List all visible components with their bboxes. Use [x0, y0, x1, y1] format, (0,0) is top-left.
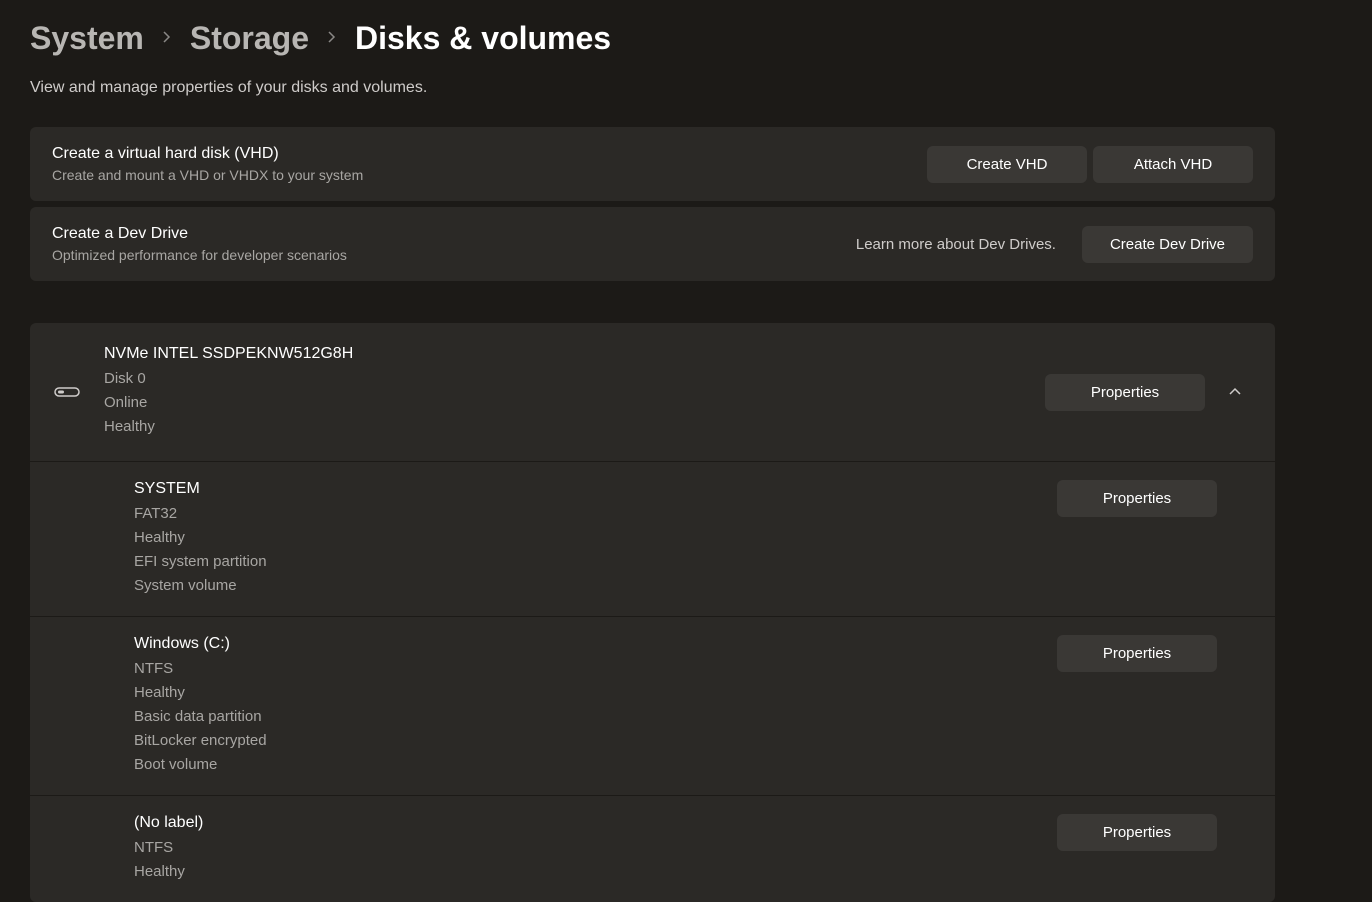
create-vhd-button[interactable]: Create VHD	[927, 146, 1087, 183]
volume-detail: NTFS	[134, 657, 267, 681]
chevron-right-icon	[162, 28, 172, 49]
disk-status: Online	[104, 391, 1045, 415]
volume-detail: Boot volume	[134, 753, 267, 777]
volume-detail: Healthy	[134, 860, 203, 884]
volume-row[interactable]: Windows (C:) NTFS Healthy Basic data par…	[30, 617, 1275, 796]
volume-detail: Healthy	[134, 681, 267, 705]
volume-detail: FAT32	[134, 502, 267, 526]
volume-properties-button[interactable]: Properties	[1057, 635, 1217, 672]
attach-vhd-button[interactable]: Attach VHD	[1093, 146, 1253, 183]
disk-health: Healthy	[104, 415, 1045, 439]
volume-detail: Basic data partition	[134, 705, 267, 729]
vhd-card-desc: Create and mount a VHD or VHDX to your s…	[52, 167, 363, 183]
chevron-up-icon	[1228, 385, 1242, 400]
breadcrumb: System Storage Disks & volumes	[30, 20, 1342, 57]
volume-name: SYSTEM	[134, 480, 267, 498]
volume-row[interactable]: (No label) NTFS Healthy Properties	[30, 796, 1275, 902]
devdrive-card: Create a Dev Drive Optimized performance…	[30, 207, 1275, 281]
disk-properties-button[interactable]: Properties	[1045, 374, 1205, 411]
vhd-card: Create a virtual hard disk (VHD) Create …	[30, 127, 1275, 201]
volume-detail: NTFS	[134, 836, 203, 860]
page-subtitle: View and manage properties of your disks…	[30, 79, 1342, 97]
breadcrumb-storage[interactable]: Storage	[190, 20, 309, 57]
volume-properties-button[interactable]: Properties	[1057, 480, 1217, 517]
volume-detail: EFI system partition	[134, 550, 267, 574]
disk-header[interactable]: NVMe INTEL SSDPEKNW512G8H Disk 0 Online …	[30, 323, 1275, 462]
volume-detail: System volume	[134, 574, 267, 598]
disk-icon	[52, 385, 82, 399]
volume-detail: BitLocker encrypted	[134, 729, 267, 753]
vhd-card-title: Create a virtual hard disk (VHD)	[52, 145, 363, 163]
devdrive-card-title: Create a Dev Drive	[52, 225, 347, 243]
collapse-button[interactable]	[1217, 374, 1253, 410]
chevron-right-icon	[327, 28, 337, 49]
disk-section: NVMe INTEL SSDPEKNW512G8H Disk 0 Online …	[30, 323, 1275, 902]
volume-detail: Healthy	[134, 526, 267, 550]
disk-id: Disk 0	[104, 367, 1045, 391]
devdrive-learn-more-link[interactable]: Learn more about Dev Drives.	[856, 236, 1056, 253]
volume-properties-button[interactable]: Properties	[1057, 814, 1217, 851]
disk-name: NVMe INTEL SSDPEKNW512G8H	[104, 345, 1045, 363]
page-title: Disks & volumes	[355, 20, 611, 57]
volume-name: (No label)	[134, 814, 203, 832]
volume-row[interactable]: SYSTEM FAT32 Healthy EFI system partitio…	[30, 462, 1275, 617]
devdrive-card-desc: Optimized performance for developer scen…	[52, 247, 347, 263]
volume-name: Windows (C:)	[134, 635, 267, 653]
breadcrumb-system[interactable]: System	[30, 20, 144, 57]
create-devdrive-button[interactable]: Create Dev Drive	[1082, 226, 1253, 263]
